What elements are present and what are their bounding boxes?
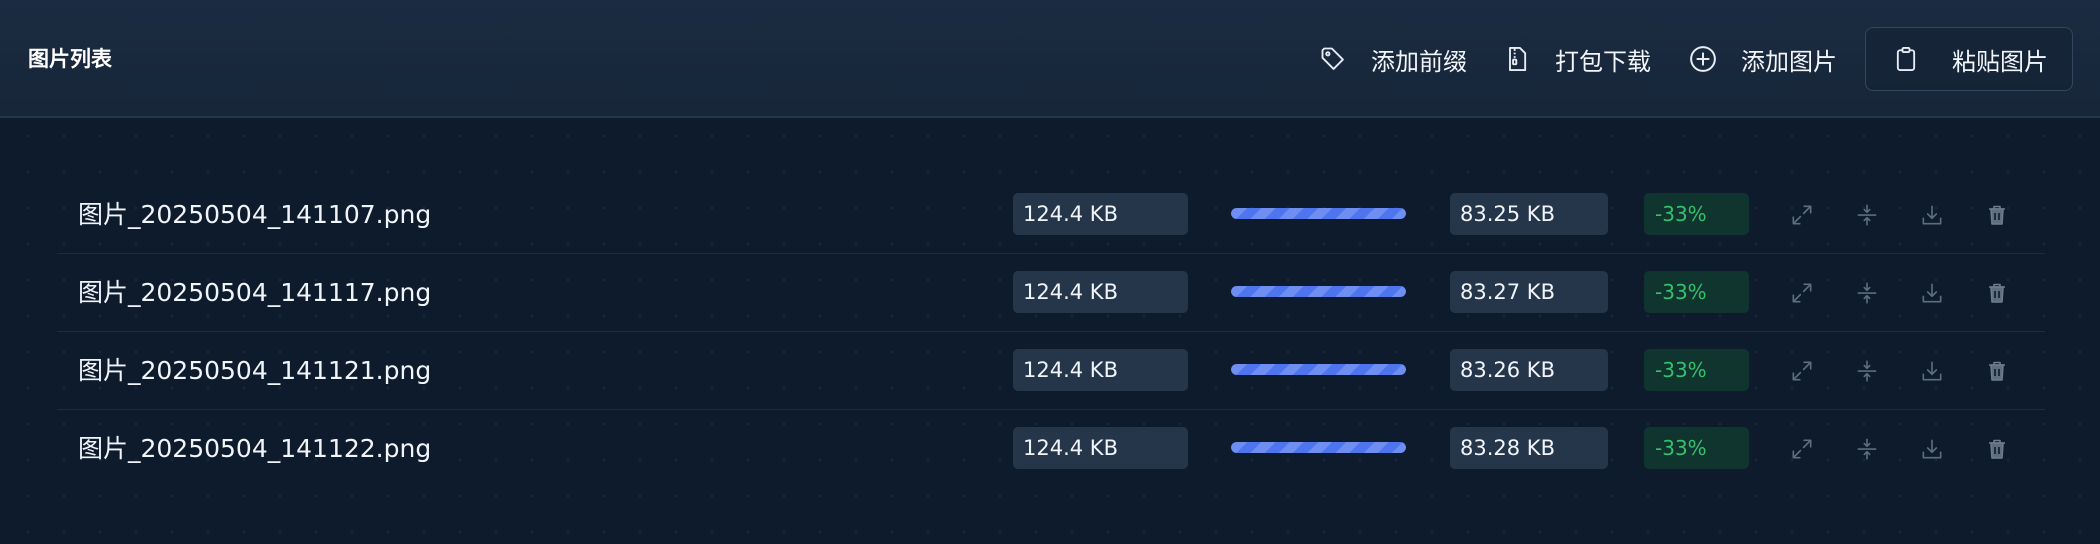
plus-circle-icon bbox=[1687, 43, 1719, 75]
size-change-badge: -33% bbox=[1644, 427, 1749, 469]
expand-icon[interactable] bbox=[1787, 278, 1817, 308]
original-size: 124.4 KB bbox=[1013, 427, 1188, 469]
list-item: 图片_20250504_141121.png 124.4 KB 83.26 KB… bbox=[57, 332, 2045, 410]
file-name: 图片_20250504_141107.png bbox=[78, 200, 432, 229]
list-item: 图片_20250504_141122.png 124.4 KB 83.28 KB… bbox=[57, 410, 2045, 488]
zip-file-icon bbox=[1501, 43, 1533, 75]
trash-icon[interactable] bbox=[1982, 278, 2012, 308]
toolbar: 添加前缀 打包下载 添加图片 粘贴图片 bbox=[1317, 27, 2073, 91]
compress-icon[interactable] bbox=[1852, 278, 1882, 308]
size-change-badge: -33% bbox=[1644, 193, 1749, 235]
compressed-size: 83.26 KB bbox=[1450, 349, 1608, 391]
add-prefix-label: 添加前缀 bbox=[1371, 47, 1467, 76]
progress-fill bbox=[1231, 442, 1406, 453]
compression-progress-bar bbox=[1231, 442, 1406, 453]
trash-icon[interactable] bbox=[1982, 434, 2012, 464]
compressed-size: 83.25 KB bbox=[1450, 193, 1608, 235]
size-change-badge: -33% bbox=[1644, 271, 1749, 313]
expand-icon[interactable] bbox=[1787, 356, 1817, 386]
file-name: 图片_20250504_141121.png bbox=[78, 356, 432, 385]
download-icon[interactable] bbox=[1917, 200, 1947, 230]
size-change-badge: -33% bbox=[1644, 349, 1749, 391]
tag-icon bbox=[1317, 43, 1349, 75]
list-item: 图片_20250504_141117.png 124.4 KB 83.27 KB… bbox=[57, 254, 2045, 332]
original-size: 124.4 KB bbox=[1013, 193, 1188, 235]
download-icon[interactable] bbox=[1917, 434, 1947, 464]
add-prefix-button[interactable]: 添加前缀 bbox=[1317, 27, 1467, 91]
page-title: 图片列表 bbox=[28, 47, 112, 71]
expand-icon[interactable] bbox=[1787, 434, 1817, 464]
paste-image-label: 粘贴图片 bbox=[1952, 47, 2048, 76]
download-icon[interactable] bbox=[1917, 356, 1947, 386]
clipboard-icon bbox=[1890, 43, 1922, 75]
add-image-label: 添加图片 bbox=[1741, 47, 1837, 76]
progress-fill bbox=[1231, 208, 1406, 219]
compress-icon[interactable] bbox=[1852, 434, 1882, 464]
original-size: 124.4 KB bbox=[1013, 349, 1188, 391]
header-bar: 图片列表 添加前缀 打包下载 添加图片 粘贴图片 bbox=[0, 0, 2100, 118]
file-name: 图片_20250504_141117.png bbox=[78, 278, 432, 307]
trash-icon[interactable] bbox=[1982, 200, 2012, 230]
pack-download-button[interactable]: 打包下载 bbox=[1501, 27, 1651, 91]
file-name: 图片_20250504_141122.png bbox=[78, 434, 432, 463]
compression-progress-bar bbox=[1231, 364, 1406, 375]
progress-fill bbox=[1231, 364, 1406, 375]
download-icon[interactable] bbox=[1917, 278, 1947, 308]
compress-icon[interactable] bbox=[1852, 200, 1882, 230]
compress-icon[interactable] bbox=[1852, 356, 1882, 386]
paste-image-button[interactable]: 粘贴图片 bbox=[1865, 27, 2073, 91]
pack-download-label: 打包下载 bbox=[1555, 47, 1651, 76]
compression-progress-bar bbox=[1231, 286, 1406, 297]
trash-icon[interactable] bbox=[1982, 356, 2012, 386]
progress-fill bbox=[1231, 286, 1406, 297]
app-window: 图片列表 添加前缀 打包下载 添加图片 粘贴图片 图片_20250504_141… bbox=[0, 0, 2100, 544]
list-item: 图片_20250504_141107.png 124.4 KB 83.25 KB… bbox=[57, 176, 2045, 254]
image-list: 图片_20250504_141107.png 124.4 KB 83.25 KB… bbox=[57, 176, 2045, 488]
compressed-size: 83.27 KB bbox=[1450, 271, 1608, 313]
compressed-size: 83.28 KB bbox=[1450, 427, 1608, 469]
add-image-button[interactable]: 添加图片 bbox=[1687, 27, 1837, 91]
compression-progress-bar bbox=[1231, 208, 1406, 219]
original-size: 124.4 KB bbox=[1013, 271, 1188, 313]
expand-icon[interactable] bbox=[1787, 200, 1817, 230]
